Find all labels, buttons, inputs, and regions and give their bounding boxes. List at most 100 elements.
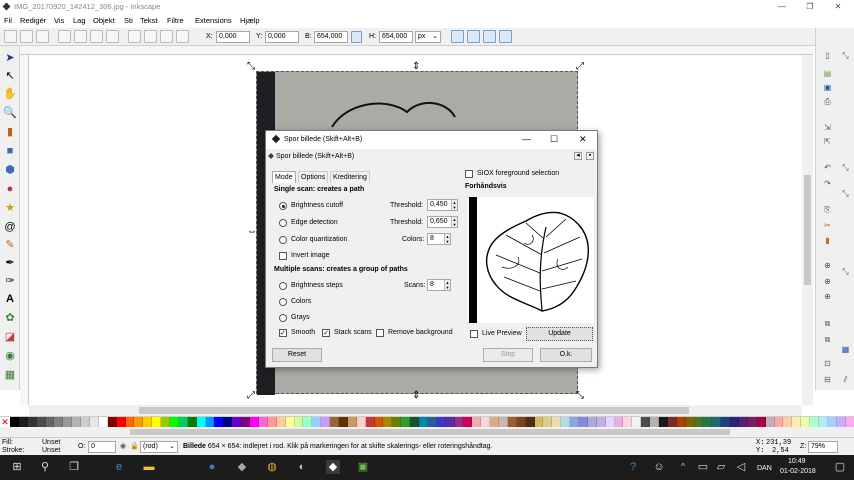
move-gradients-icon[interactable] [483,30,496,43]
edge-detection-radio[interactable] [279,219,287,227]
palette-swatch[interactable] [481,417,491,427]
palette-swatch[interactable] [161,417,171,427]
colors-spin[interactable]: 8 ▲ ▼ [427,233,451,245]
pen-tool-icon[interactable]: ✒ [3,256,17,270]
palette-swatch[interactable] [232,417,242,427]
star-tool-icon[interactable]: ★ [3,201,17,215]
width-field[interactable]: 654,000 [314,31,348,43]
palette-swatch[interactable] [392,417,402,427]
spin-arrows-icon[interactable]: ▲ ▼ [444,234,450,244]
help-icon[interactable]: ? [626,460,640,474]
palette-swatch[interactable] [552,417,562,427]
palette-swatch[interactable] [836,417,846,427]
palette-swatch[interactable] [312,417,322,427]
palette-swatch[interactable] [303,417,313,427]
palette-swatch[interactable] [845,417,854,427]
palette-swatch[interactable] [27,417,37,427]
palette-swatch[interactable] [116,417,126,427]
group-icon[interactable]: ⊡ [822,358,833,369]
scale-handle-n[interactable]: ⇕ [412,62,420,72]
file-explorer-icon[interactable]: ▬ [142,460,156,474]
palette-swatch[interactable] [694,417,704,427]
palette-swatch[interactable] [134,417,144,427]
flip-vertical-icon[interactable] [106,30,119,43]
palette-swatch[interactable] [543,417,553,427]
scale-corners-icon[interactable] [467,30,480,43]
palette-swatch[interactable] [534,417,544,427]
tweak-tool-icon[interactable]: ✋ [3,87,17,101]
palette-swatch[interactable] [721,417,731,427]
raise-icon[interactable] [144,30,157,43]
snap-grid-icon[interactable]: ▦ [840,344,851,355]
siox-checkbox[interactable] [465,170,473,178]
palette-swatch[interactable] [330,417,339,427]
opacity-field[interactable]: 0 [88,441,116,453]
language-indicator[interactable]: DAN [757,465,772,472]
palette-swatch[interactable] [250,417,259,427]
ok-button[interactable]: O.k. [540,348,592,362]
reset-button[interactable]: Reset [272,348,322,362]
vertical-scrollbar[interactable] [802,55,813,405]
palette-swatch[interactable] [614,417,624,427]
deselect-icon[interactable] [36,30,49,43]
menu-layer[interactable]: Lag [73,16,86,25]
palette-swatch[interactable] [445,417,455,427]
palette-swatch[interactable] [783,417,793,427]
color-quantization-radio[interactable] [279,236,287,244]
horizontal-scroll-thumb[interactable] [139,407,689,414]
raise-to-top-icon[interactable] [128,30,141,43]
palette-scroll[interactable] [0,427,854,437]
palette-swatch[interactable] [125,417,135,427]
inkscape-taskbar-icon[interactable]: ◆ [326,460,340,474]
update-button[interactable]: Update [526,327,593,341]
spiral-tool-icon[interactable]: @ [3,220,17,234]
palette-swatch[interactable] [819,417,828,427]
palette-swatch[interactable] [258,417,268,427]
palette-swatch[interactable] [472,417,482,427]
unit-select[interactable]: px ⌄ [415,31,441,43]
brightness-steps-radio[interactable] [279,282,287,290]
scale-handle-ne[interactable]: ⤢ [576,62,584,72]
palette-swatch[interactable] [365,417,375,427]
lower-icon[interactable] [160,30,173,43]
palette-swatch[interactable] [516,417,526,427]
horizontal-scrollbar[interactable] [29,405,802,416]
scale-handle-nw[interactable]: ⤡ [247,62,255,72]
y-field[interactable]: 0,000 [265,31,299,43]
palette-swatch[interactable] [641,417,651,427]
app-icon-gimp[interactable]: ◐ [295,460,309,474]
grays-radio[interactable] [279,314,287,322]
palette-swatch[interactable] [427,417,437,427]
palette-swatch[interactable] [294,417,304,427]
tab-mode[interactable]: Mode [272,171,296,183]
stroke-value[interactable]: Unset [42,447,60,454]
palette-swatch[interactable] [587,417,597,427]
task-view-icon[interactable]: ❐ [67,460,81,474]
select-all-layers-icon[interactable] [20,30,33,43]
palette-swatch[interactable] [347,417,357,427]
ellipse-tool-icon[interactable]: ● [3,182,17,196]
menu-path[interactable]: Sti [124,16,133,25]
snap-toggle-icon[interactable]: ⤡ [840,50,851,61]
zoom-page-icon[interactable]: ⊕ [822,291,833,302]
zoom-selection-icon[interactable]: ⊕ [822,260,833,271]
flip-horizontal-icon[interactable] [90,30,103,43]
palette-swatch[interactable] [676,417,686,427]
battery-icon[interactable]: ▭ [696,460,710,474]
palette-swatch[interactable] [650,417,660,427]
gradient-tool-icon[interactable]: ▦ [3,368,17,382]
palette-swatch[interactable] [507,417,517,427]
vertical-scroll-thumb[interactable] [804,175,811,285]
palette-swatch[interactable] [90,417,99,427]
layer-select[interactable]: (rod) ⌄ [140,441,178,453]
clock-date[interactable]: 01-02-2018 [780,468,816,475]
palette-swatch[interactable] [205,417,215,427]
palette-swatch[interactable] [374,417,384,427]
palette-swatch[interactable] [98,417,108,427]
palette-swatch[interactable] [45,417,55,427]
palette-swatch[interactable] [401,417,411,427]
palette-swatch[interactable] [54,417,64,427]
colors-radio[interactable] [279,298,287,306]
spray-tool-icon[interactable]: ✿ [3,311,17,325]
palette-swatch[interactable] [667,417,677,427]
